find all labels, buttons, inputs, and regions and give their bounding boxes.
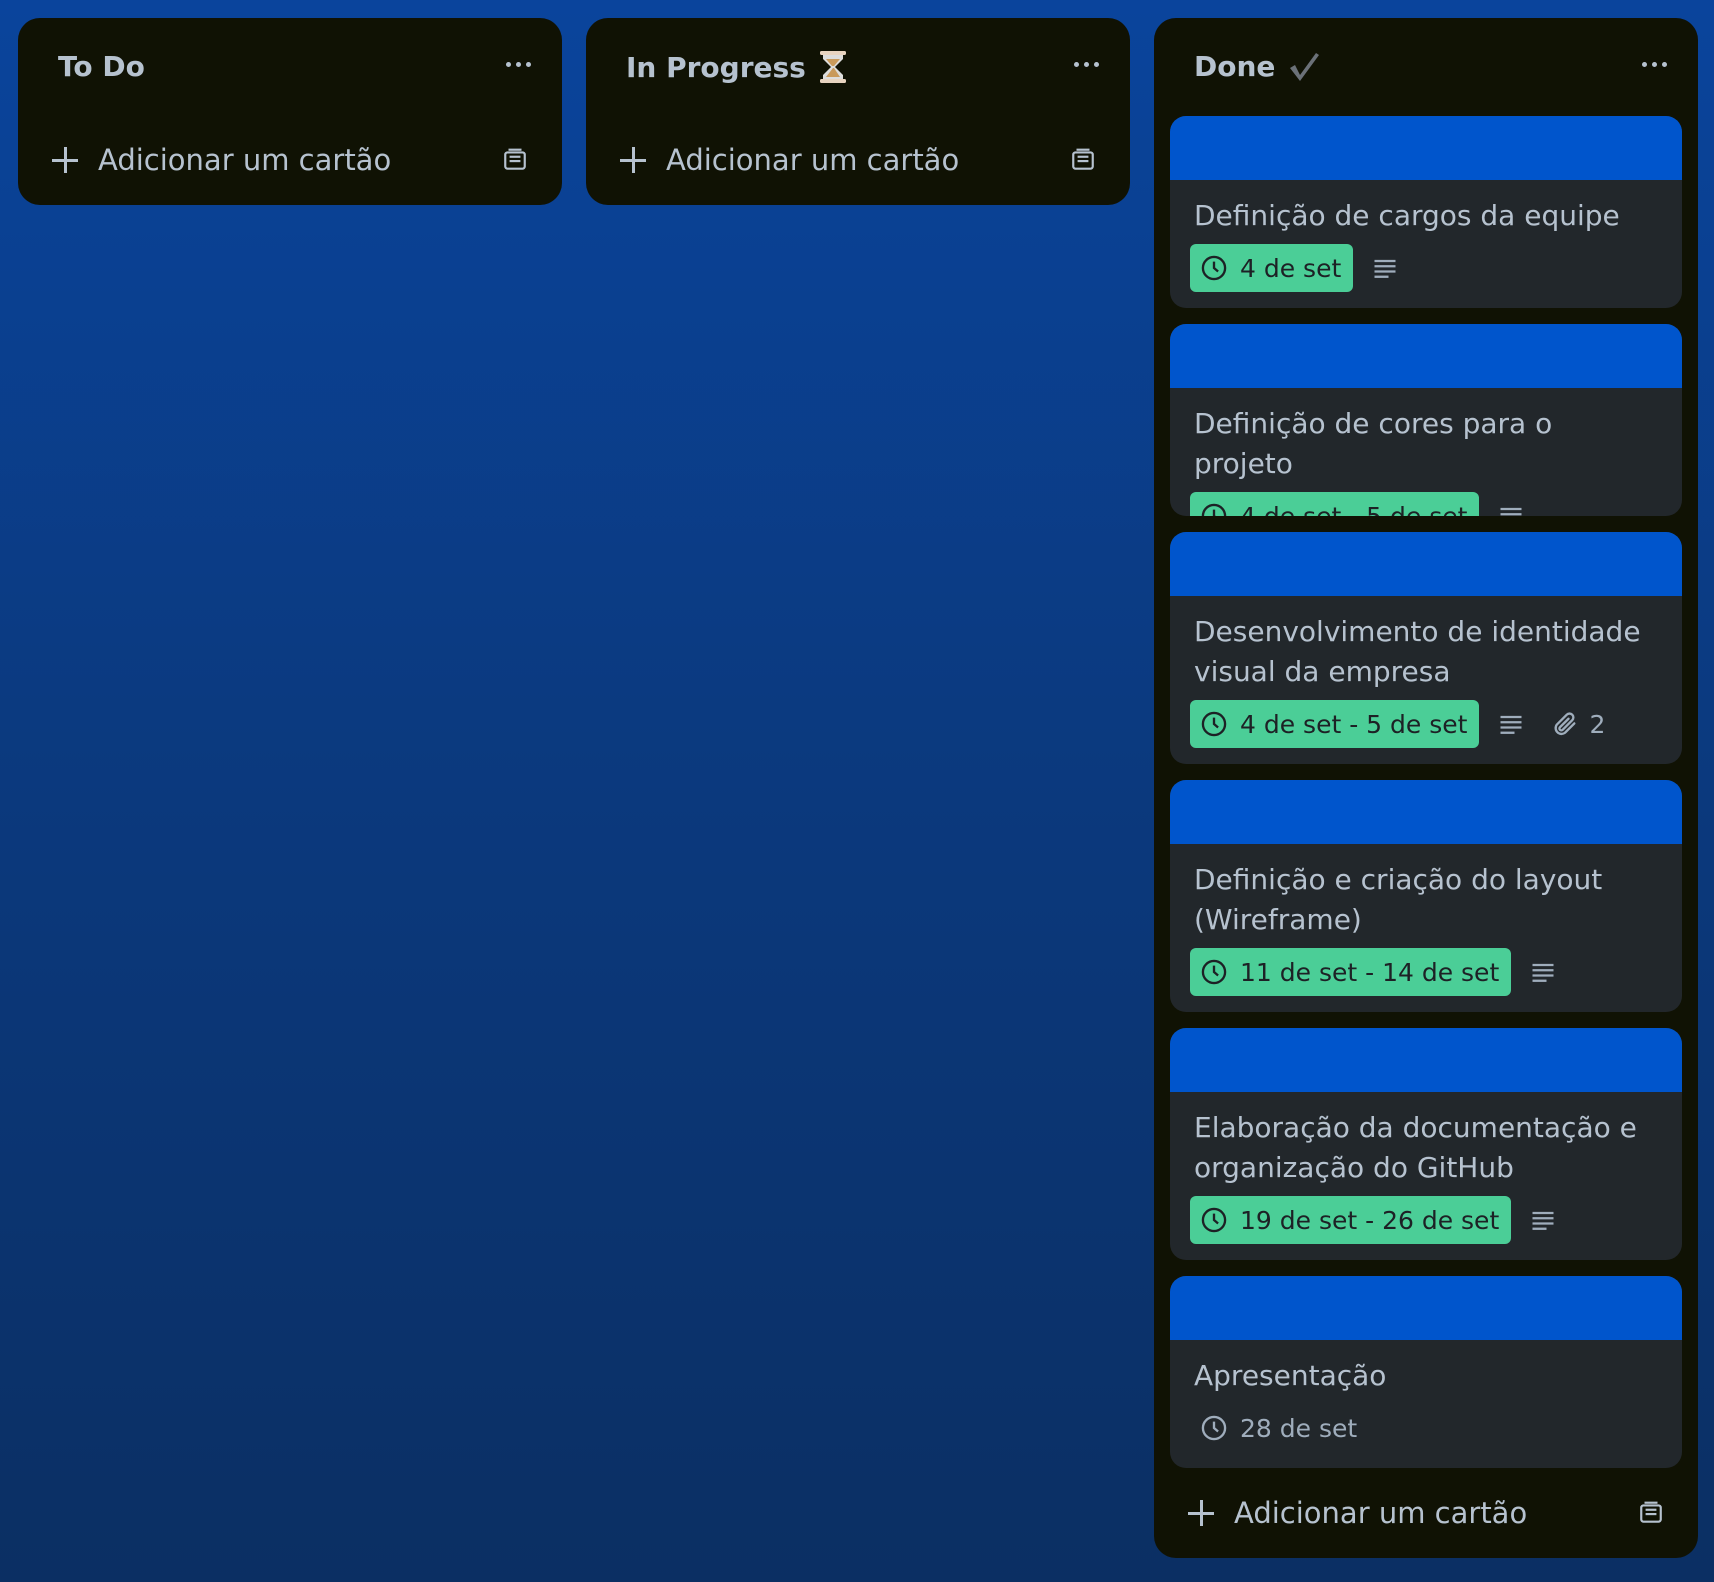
clock-icon <box>1201 959 1227 985</box>
card-badges: 4 de set <box>1190 244 1682 292</box>
add-card-label: Adicionar um cartão <box>98 143 392 177</box>
list-title-text[interactable]: Done <box>1194 50 1275 83</box>
list-actions-button[interactable] <box>1070 62 1110 102</box>
card-badges: 19 de set - 26 de set <box>1190 1196 1682 1244</box>
list-done: Done Definição de cargos da equipe 4 de … <box>1154 18 1698 1558</box>
due-date-text: 4 de set - 5 de set <box>1240 501 1468 517</box>
check-mark-icon <box>1290 52 1320 81</box>
plus-icon <box>620 147 646 173</box>
card[interactable]: Elaboração da documentação e organização… <box>1170 1028 1682 1260</box>
create-from-template-icon[interactable] <box>1070 147 1096 173</box>
due-date-badge[interactable]: 4 de set - 5 de set <box>1190 700 1480 748</box>
card-badges: 11 de set - 14 de set <box>1190 948 1682 996</box>
list-title-text[interactable]: In Progress <box>626 51 806 84</box>
paperclip-icon <box>1554 712 1576 736</box>
due-date-text: 19 de set - 26 de set <box>1240 1205 1500 1235</box>
attachments-badge: 2 <box>1551 710 1605 739</box>
card-badges: 4 de set - 5 de set <box>1190 492 1682 516</box>
card[interactable]: Definição de cargos da equipe 4 de set <box>1170 116 1682 308</box>
due-date-text: 4 de set <box>1240 253 1342 283</box>
list-actions-button[interactable] <box>1638 62 1678 102</box>
clock-icon <box>1201 255 1227 281</box>
due-date-text: 4 de set - 5 de set <box>1240 709 1468 739</box>
create-from-template-icon[interactable] <box>502 147 528 173</box>
card-title: Definição de cargos da equipe <box>1194 199 1620 232</box>
description-icon <box>1532 1211 1554 1230</box>
clock-icon <box>1201 1207 1227 1233</box>
clock-icon <box>1201 711 1227 737</box>
add-card-button[interactable]: Adicionar um cartão <box>586 128 1130 192</box>
card-title: Definição de cores para o projeto <box>1194 407 1553 480</box>
hourglass-icon <box>819 51 846 83</box>
add-card-button[interactable]: Adicionar um cartão <box>18 128 562 192</box>
card[interactable]: Definição de cores para o projeto 4 de s… <box>1170 324 1682 516</box>
clock-icon <box>1201 1415 1227 1441</box>
description-icon <box>1374 259 1396 278</box>
card[interactable]: Apresentação 28 de set <box>1170 1276 1682 1468</box>
add-card-button[interactable]: Adicionar um cartão <box>1154 1481 1698 1545</box>
card-badges: 28 de set <box>1190 1404 1682 1452</box>
due-date-badge[interactable]: 19 de set - 26 de set <box>1190 1196 1512 1244</box>
due-date-text: 11 de set - 14 de set <box>1240 957 1500 987</box>
clock-icon <box>1201 503 1227 516</box>
card-cover <box>1170 1028 1682 1092</box>
card-cover <box>1170 532 1682 596</box>
list-title[interactable]: To Do <box>58 50 145 83</box>
card-cover <box>1170 1276 1682 1340</box>
list-header: Done <box>1154 18 1698 114</box>
due-date-badge[interactable]: 11 de set - 14 de set <box>1190 948 1512 996</box>
card-title: Elaboração da documentação e organização… <box>1194 1111 1637 1184</box>
description-icon <box>1500 715 1522 734</box>
due-date-text: 28 de set <box>1240 1413 1358 1443</box>
due-date-badge[interactable]: 4 de set <box>1190 244 1354 292</box>
ellipsis-icon <box>1642 62 1647 67</box>
list-actions-button[interactable] <box>502 62 542 102</box>
card[interactable]: Desenvolvimento de identidade visual da … <box>1170 532 1682 764</box>
card-title: Definição e criação do layout (Wireframe… <box>1194 863 1603 936</box>
list-header: In Progress <box>586 18 1130 114</box>
card-title: Apresentação <box>1194 1359 1387 1392</box>
card[interactable]: Definição e criação do layout (Wireframe… <box>1170 780 1682 1012</box>
list-to-do: To Do Adicionar um cartão <box>18 18 562 205</box>
ellipsis-icon <box>1074 62 1079 67</box>
due-date-badge[interactable]: 4 de set - 5 de set <box>1190 492 1480 517</box>
list-header: To Do <box>18 18 562 114</box>
add-card-label: Adicionar um cartão <box>1234 1496 1528 1530</box>
create-from-template-icon[interactable] <box>1638 1500 1664 1526</box>
description-icon <box>1532 963 1554 982</box>
plus-icon <box>52 147 78 173</box>
list-in-progress: In Progress Adicionar um cartão <box>586 18 1130 205</box>
list-title[interactable]: Done <box>1194 50 1321 83</box>
card-cover <box>1170 116 1682 180</box>
add-card-label: Adicionar um cartão <box>666 143 960 177</box>
list-title[interactable]: In Progress <box>626 50 848 84</box>
due-date-badge[interactable]: 28 de set <box>1190 1404 1369 1452</box>
description-icon <box>1500 507 1522 516</box>
attachments-count: 2 <box>1589 709 1606 739</box>
plus-icon <box>1188 1500 1214 1526</box>
card-cover <box>1170 324 1682 388</box>
card-badges: 4 de set - 5 de set 2 <box>1190 700 1682 748</box>
list-title-text[interactable]: To Do <box>58 50 145 83</box>
card-title: Desenvolvimento de identidade visual da … <box>1194 615 1641 688</box>
card-cover <box>1170 780 1682 844</box>
ellipsis-icon <box>506 62 511 67</box>
